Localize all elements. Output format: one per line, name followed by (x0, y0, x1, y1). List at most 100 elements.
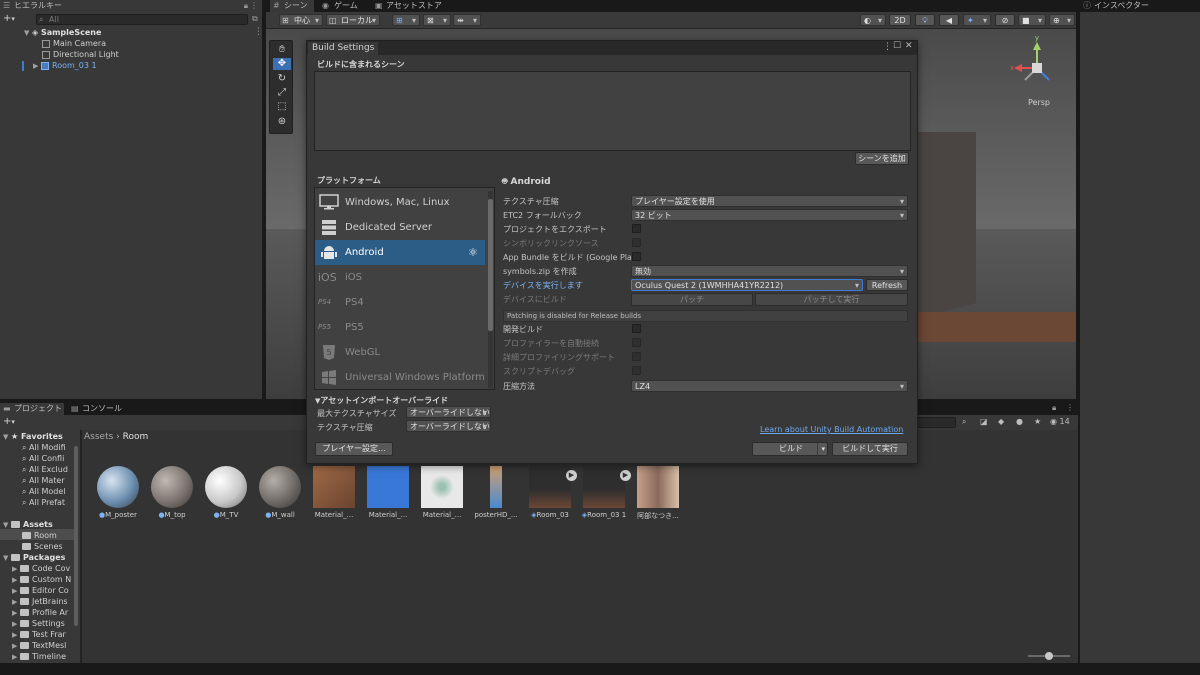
rect-tool-icon[interactable]: ⬚ (274, 101, 290, 113)
expand-arrow-icon[interactable]: ▶ (33, 61, 41, 72)
folder-tree-scrollbar[interactable] (74, 446, 78, 626)
tab-project[interactable]: ▬ プロジェクト (0, 403, 64, 415)
favorite-item[interactable]: ⌕ All Confli (22, 453, 64, 464)
asset-prefab[interactable]: ▶ ◈Room_03 (524, 466, 577, 519)
patch-button[interactable]: パッチ (631, 293, 753, 306)
tree-item-main-camera[interactable]: Main Camera (42, 38, 106, 49)
persp-label[interactable]: Persp (1028, 98, 1050, 107)
asset-material[interactable]: ●M_top (146, 466, 198, 519)
visibility-toggle-button[interactable]: ⊘ (995, 14, 1015, 26)
patch-and-run-button[interactable]: パッチして実行 (755, 293, 908, 306)
asset-texture[interactable]: Material_... (416, 466, 468, 519)
2d-toggle-button[interactable]: 2D (889, 14, 911, 26)
favorite-star-icon[interactable]: ★ (1034, 417, 1041, 426)
project-add-button[interactable]: +▾ (3, 416, 15, 427)
compression-method-dropdown[interactable]: LZ4 (631, 380, 908, 392)
build-options-chevron-icon[interactable]: ▾ (817, 443, 825, 455)
asset-texture[interactable]: Material_... (308, 466, 360, 519)
development-build-checkbox[interactable] (632, 324, 641, 333)
hierarchy-search-input[interactable]: ⌕ All (36, 14, 248, 25)
label-filter-icon[interactable]: ◆ (998, 417, 1004, 426)
platform-ps4[interactable]: PS4 PS4 (315, 290, 485, 315)
favorite-item[interactable]: ⌕ All Model (22, 486, 66, 497)
etc2-fallback-dropdown[interactable]: 32 ビット (631, 209, 908, 221)
tab-inspector[interactable]: ⓘ インスペクター (1080, 0, 1200, 12)
platform-uwp[interactable]: Universal Windows Platform (315, 365, 485, 389)
autoconnect-profiler-checkbox[interactable] (632, 338, 641, 347)
platform-android[interactable]: Android ⚛ (315, 240, 485, 265)
effects-dropdown[interactable]: ✦ (963, 14, 991, 26)
audio-toggle-button[interactable]: ◀︎ (939, 14, 959, 26)
tab-hierarchy[interactable]: ☰ ヒエラルキー 🔒︎ ⋮ (0, 0, 262, 12)
platform-scrollbar-track[interactable] (488, 191, 493, 388)
play-preview-icon[interactable]: ▶ (566, 470, 577, 481)
folder-room[interactable]: Room (22, 530, 57, 541)
symlink-sources-checkbox[interactable] (632, 238, 641, 247)
asset-material[interactable]: ●M_TV (200, 466, 252, 519)
hand-tool-icon[interactable]: ✋︎ (274, 44, 290, 56)
scenes-in-build-list[interactable] (314, 71, 911, 151)
asset-material[interactable]: ●M_wall (254, 466, 306, 519)
favorite-item[interactable]: ⌕ All Exclud (22, 464, 68, 475)
gizmos-dropdown[interactable]: ⊕ (1049, 14, 1075, 26)
platform-ios[interactable]: iOS iOS (315, 265, 485, 290)
add-open-scenes-button[interactable]: シーンを追加 (855, 152, 909, 165)
favorite-item[interactable]: ⌕ All Modifi (22, 442, 66, 453)
space-dropdown[interactable]: ◫ ローカル (326, 14, 380, 26)
tree-item-room[interactable]: ▶ Room_03 1 (33, 60, 97, 72)
scene-search-icon[interactable]: ⧉ (252, 14, 258, 24)
move-tool-icon[interactable]: ✥ (273, 58, 291, 70)
package-item[interactable]: ▶ Timeline (12, 651, 66, 663)
draw-mode-dropdown[interactable]: ◐ (860, 14, 886, 26)
tab-console[interactable]: ▤ コンソール (68, 403, 130, 415)
app-bundle-checkbox[interactable] (632, 252, 641, 261)
asset-texture[interactable]: posterHD_... (470, 466, 522, 519)
refresh-devices-button[interactable]: Refresh (866, 279, 908, 291)
breadcrumb-assets[interactable]: Assets (84, 432, 113, 442)
transform-tool-icon[interactable]: ⊛ (274, 116, 290, 128)
window-tab-title[interactable]: Build Settings (308, 42, 379, 55)
tab-scene[interactable]: # シーン (270, 0, 314, 12)
run-device-dropdown[interactable]: Oculus Quest 2 (1WMHHA41YR2212) (631, 279, 863, 291)
build-button[interactable]: ビルド ▾ (752, 442, 828, 456)
asset-texture[interactable]: 阿部なつき... (632, 466, 684, 521)
favorite-item[interactable]: ⌕ All Prefat (22, 497, 65, 508)
scale-tool-icon[interactable]: ⤢ (274, 87, 290, 99)
symbols-zip-dropdown[interactable]: 無効 (631, 265, 908, 277)
snap-increment-dropdown[interactable]: ⊠ (423, 14, 451, 26)
tab-game[interactable]: ◉ ゲーム (320, 0, 368, 12)
close-icon[interactable]: ✕ (905, 41, 913, 51)
menu-dots-icon[interactable]: ⋮ (250, 0, 258, 12)
lock-icon[interactable]: 🔒︎ (244, 0, 248, 12)
build-and-run-button[interactable]: ビルドして実行 (832, 442, 908, 456)
asset-texture[interactable]: Material_... (362, 466, 414, 519)
platform-scrollbar-thumb[interactable] (488, 199, 493, 331)
platform-windows-mac-linux[interactable]: Windows, Mac, Linux (315, 190, 485, 215)
window-menu-icon[interactable]: ⋮ (883, 42, 892, 52)
asset-prefab[interactable]: ▶ ◈Room_03 1 (578, 466, 631, 519)
expand-arrow-icon[interactable]: ▼ (24, 28, 32, 39)
unity-build-automation-link[interactable]: Learn about Unity Build Automation (760, 425, 903, 434)
breadcrumb-room[interactable]: Room (123, 432, 149, 442)
folder-scenes[interactable]: Scenes (22, 541, 63, 552)
export-project-checkbox[interactable] (632, 224, 641, 233)
hierarchy-add-button[interactable]: +▾ (3, 13, 15, 24)
player-settings-button[interactable]: プレイヤー設定... (315, 442, 393, 456)
project-menu-icon[interactable]: ⋮ (1066, 403, 1074, 412)
platform-dedicated-server[interactable]: Dedicated Server (315, 215, 485, 240)
overlay-dropdown[interactable]: ⇹ (453, 14, 481, 26)
hidden-packages-count[interactable]: ◉ 14 (1050, 417, 1070, 426)
favorite-item[interactable]: ⌕ All Mater (22, 475, 65, 486)
tab-asset-store[interactable]: ▣ アセットストア (372, 0, 442, 12)
project-search-input[interactable] (916, 417, 956, 428)
rotate-tool-icon[interactable]: ↻ (274, 73, 290, 85)
max-texture-size-dropdown[interactable]: オーバーライドしない (406, 406, 491, 418)
platform-ps5[interactable]: PS5 PS5 (315, 315, 485, 340)
lighting-toggle-button[interactable]: 💡︎ (915, 14, 935, 26)
filter-type-icon[interactable]: ◪ (980, 417, 988, 426)
search-by-type-icon[interactable]: ⌕ (962, 417, 966, 427)
platform-webgl[interactable]: 5 WebGL (315, 340, 485, 365)
project-lock-icon[interactable]: 🔒︎ (1052, 403, 1056, 413)
camera-dropdown[interactable]: ■ (1018, 14, 1046, 26)
scene-menu-icon[interactable]: ⋮ (254, 27, 263, 37)
